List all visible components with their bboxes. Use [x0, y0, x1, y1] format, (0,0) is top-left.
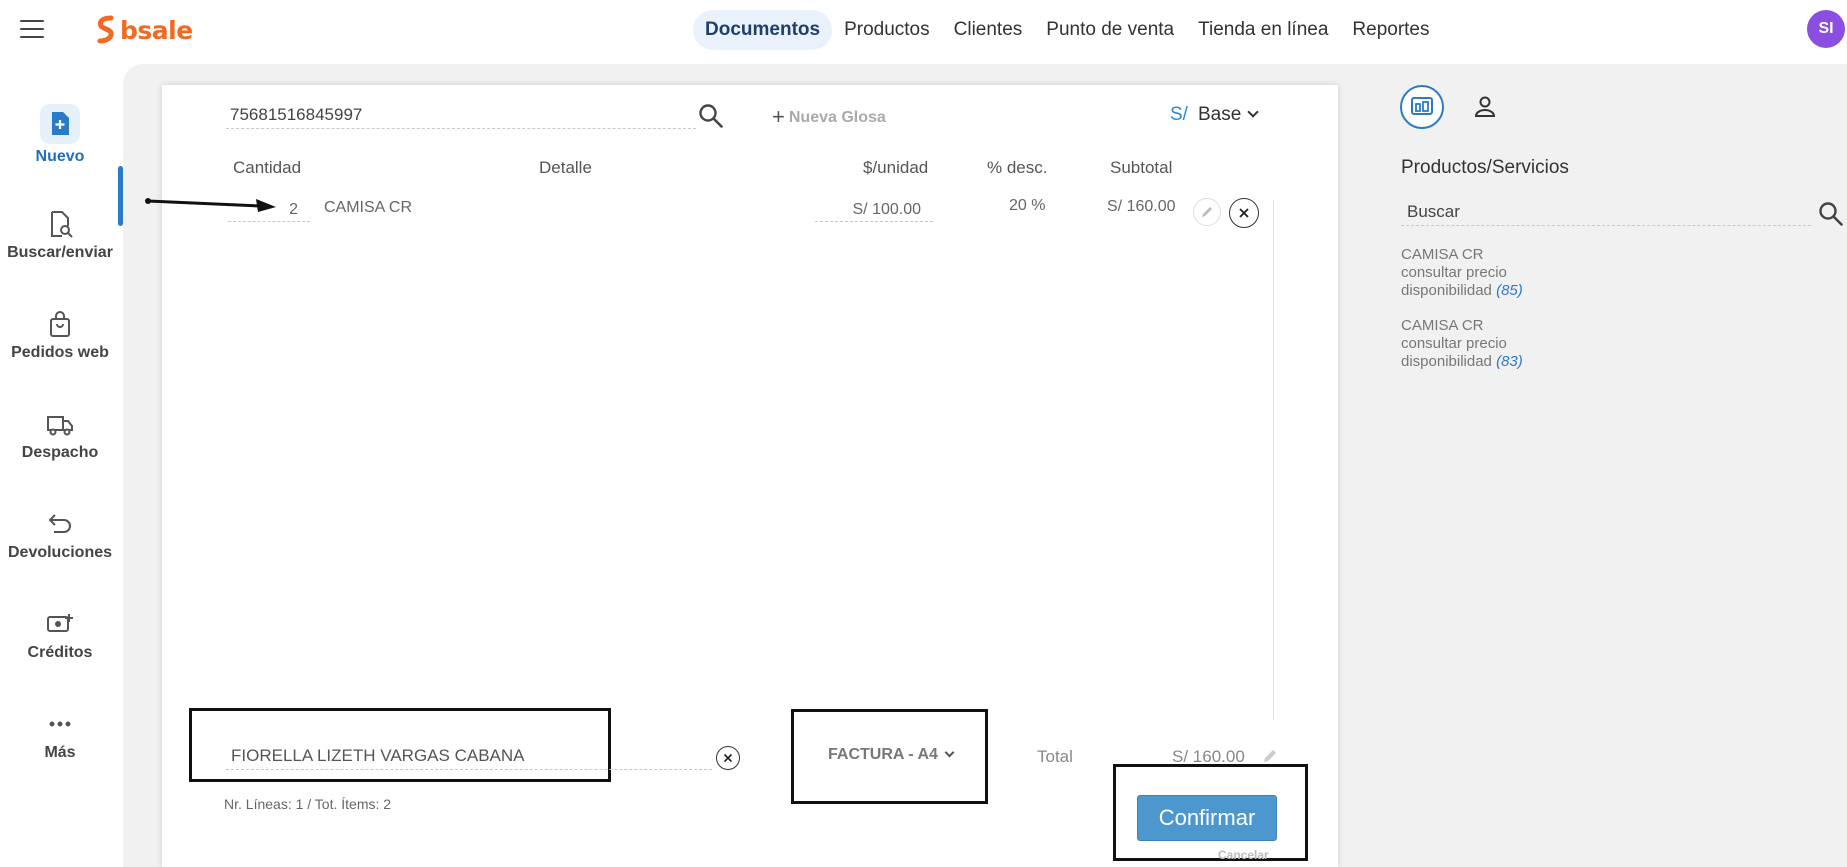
panel-search-input[interactable]: Buscar	[1401, 201, 1811, 226]
sidebar-label-creditos: Créditos	[27, 644, 93, 661]
sidebar-item-mas[interactable]: Más	[0, 710, 120, 762]
line-subtotal: S/ 160.00	[1107, 198, 1176, 215]
line-discount[interactable]: 20 %	[1009, 197, 1045, 215]
column-header-discount: % desc.	[987, 158, 1048, 177]
user-avatar[interactable]: SI	[1807, 10, 1845, 48]
sidebar-label-devoluciones: Devoluciones	[7, 544, 113, 561]
sidebar-label-nuevo: Nuevo	[35, 148, 85, 165]
products-tab-icon	[1411, 97, 1433, 115]
main-nav: Documentos Productos Clientes Punto de v…	[693, 10, 1442, 50]
line-unit-price-input[interactable]: S/ 100.00	[815, 198, 933, 222]
search-icon[interactable]	[1818, 201, 1844, 227]
product-price: consultar precio	[1401, 335, 1507, 352]
currency-symbol: S/	[1170, 104, 1188, 125]
cancel-link[interactable]: Cancelar	[1218, 848, 1269, 862]
nav-reportes[interactable]: Reportes	[1340, 10, 1441, 50]
clear-client-button[interactable]	[716, 746, 740, 770]
money-plus-icon	[47, 614, 73, 632]
line-detail: CAMISA CR	[324, 199, 413, 216]
bsale-logo[interactable]: bsale	[96, 14, 193, 46]
hamburger-menu-icon[interactable]	[20, 20, 44, 40]
column-header-unit-price: $/unidad	[863, 158, 929, 177]
sidebar: Nuevo Buscar/enviar Pedidos web Despacho…	[0, 62, 123, 867]
plus-icon: +	[772, 104, 785, 129]
document-plus-icon	[40, 104, 80, 144]
product-list-item[interactable]: CAMISA CR consultar precio disponibilida…	[1401, 317, 1523, 371]
sidebar-label-mas: Más	[44, 744, 76, 761]
sidebar-label-pedidos-web: Pedidos web	[11, 344, 109, 361]
product-price: consultar precio	[1401, 264, 1507, 281]
confirm-button[interactable]: Confirmar	[1137, 795, 1277, 841]
sidebar-item-devoluciones[interactable]: Devoluciones	[0, 510, 120, 562]
product-availability: disponibilidad	[1401, 353, 1492, 370]
remove-line-button[interactable]	[1229, 198, 1259, 228]
edit-line-button[interactable]	[1193, 198, 1221, 226]
product-stock: (85)	[1496, 282, 1523, 299]
chevron-down-icon	[944, 747, 955, 758]
pencil-icon	[1202, 207, 1212, 217]
nav-clientes[interactable]: Clientes	[942, 10, 1035, 50]
nueva-glosa-label: Nueva Glosa	[788, 109, 886, 126]
more-dots-icon	[49, 721, 71, 727]
column-header-cantidad: Cantidad	[233, 158, 302, 177]
nueva-glosa-button[interactable]: + Nueva Glosa	[772, 104, 886, 130]
price-list-select[interactable]: Base	[1198, 104, 1259, 126]
product-name: CAMISA CR	[1401, 246, 1484, 263]
total-value: S/ 160.00	[1172, 747, 1245, 766]
return-arrow-icon	[48, 514, 71, 533]
search-icon[interactable]	[698, 103, 724, 129]
document-stats: Nr. Líneas: 1 / Tot. Ítems: 2	[224, 796, 392, 812]
client-input[interactable]: FIORELLA LIZETH VARGAS CABANA	[226, 745, 712, 770]
sidebar-item-creditos[interactable]: Créditos	[0, 610, 120, 662]
sidebar-item-buscar-enviar[interactable]: Buscar/enviar	[0, 210, 120, 262]
bsale-logo-icon	[97, 15, 114, 44]
divider-line	[1273, 200, 1274, 720]
close-icon	[723, 753, 733, 763]
shopping-bag-icon	[50, 311, 70, 337]
column-header-subtotal: Subtotal	[1110, 158, 1173, 177]
sidebar-item-despacho[interactable]: Despacho	[0, 410, 120, 462]
sidebar-item-pedidos-web[interactable]: Pedidos web	[0, 310, 120, 362]
nav-punto-de-venta[interactable]: Punto de venta	[1034, 10, 1186, 50]
truck-icon	[47, 416, 73, 436]
chevron-down-icon	[1247, 106, 1259, 118]
user-icon[interactable]	[1470, 92, 1500, 122]
product-stock: (83)	[1496, 353, 1523, 370]
product-name: CAMISA CR	[1401, 317, 1484, 334]
document-type-label: FACTURA - A4	[828, 746, 938, 763]
price-list-label: Base	[1198, 104, 1242, 125]
top-bar: bsale Documentos Productos Clientes Punt…	[0, 0, 1847, 62]
panel-title: Productos/Servicios	[1401, 157, 1569, 178]
close-icon	[1239, 208, 1249, 218]
nav-documentos[interactable]: Documentos	[693, 10, 833, 50]
product-search-input[interactable]: 75681516845997	[226, 104, 696, 129]
nav-tienda-en-linea[interactable]: Tienda en línea	[1186, 10, 1340, 50]
product-list-item[interactable]: CAMISA CR consultar precio disponibilida…	[1401, 246, 1523, 300]
document-search-icon	[51, 211, 73, 238]
product-availability: disponibilidad	[1401, 282, 1492, 299]
sidebar-label-despacho: Despacho	[21, 444, 99, 461]
logo-text: bsale	[120, 15, 193, 45]
pencil-icon[interactable]	[1262, 748, 1278, 764]
tab-products[interactable]	[1400, 85, 1444, 129]
document-type-select[interactable]: FACTURA - A4	[828, 746, 955, 764]
annotation-arrow	[145, 198, 276, 212]
column-header-detalle: Detalle	[539, 158, 592, 177]
total-label: Total	[1037, 747, 1073, 766]
sidebar-item-nuevo[interactable]: Nuevo	[0, 104, 120, 166]
sidebar-label-buscar-enviar: Buscar/enviar	[7, 244, 113, 261]
nav-productos[interactable]: Productos	[832, 10, 942, 50]
